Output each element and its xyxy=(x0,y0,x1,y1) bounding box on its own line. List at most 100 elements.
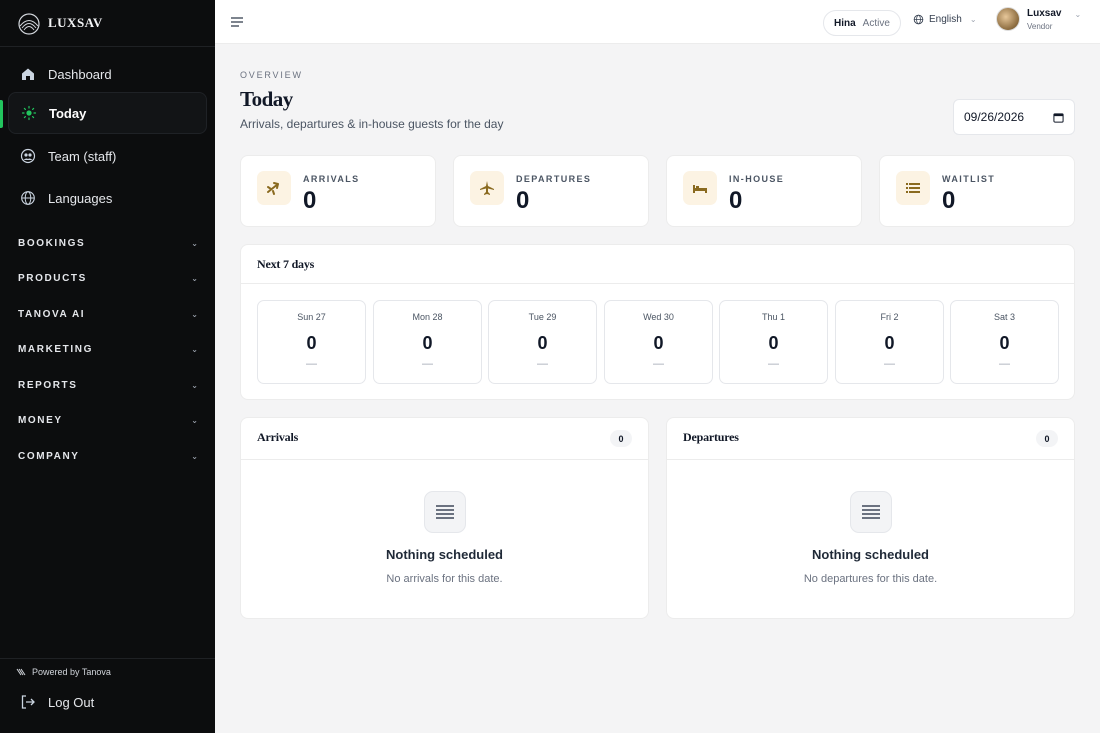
day-label: Thu 1 xyxy=(761,312,785,322)
day-tile[interactable]: Wed 30 0 — xyxy=(604,300,713,384)
day-label: Fri 2 xyxy=(880,312,899,322)
day-tile[interactable]: Thu 1 0 — xyxy=(719,300,828,384)
sidebar-item-today[interactable]: Today xyxy=(8,92,207,134)
active-indicator xyxy=(0,100,3,128)
section-products[interactable]: PRODUCTS ⌄ xyxy=(18,268,198,288)
day-label: Wed 30 xyxy=(643,312,674,322)
language-label: English xyxy=(929,14,962,25)
section-tanova-ai[interactable]: TANOVA AI ⌄ xyxy=(18,304,198,324)
next-7-days-card: Next 7 days Sun 27 0 — Mon 28 0 — Tue 29… xyxy=(240,244,1075,400)
home-icon xyxy=(22,68,34,80)
empty-state-title: Nothing scheduled xyxy=(812,547,929,562)
empty-state-title: Nothing scheduled xyxy=(386,547,503,562)
sun-icon xyxy=(21,105,37,121)
globe-icon xyxy=(21,191,35,205)
page-subtitle: Arrivals, departures & in-house guests f… xyxy=(240,117,504,131)
section-bookings[interactable]: BOOKINGS ⌄ xyxy=(18,233,198,253)
user-menu[interactable]: Luxsav Vendor ⌄ xyxy=(996,7,1081,31)
empty-state-text: No departures for this date. xyxy=(803,573,938,585)
day-sub: — xyxy=(653,358,664,370)
stat-value: 0 xyxy=(729,187,743,214)
section-reports[interactable]: REPORTS ⌄ xyxy=(18,375,198,395)
logout-button[interactable]: Log Out xyxy=(20,694,94,710)
day-sub: — xyxy=(999,358,1010,370)
day-tile[interactable]: Sun 27 0 — xyxy=(257,300,366,384)
section-label: REPORTS xyxy=(18,379,78,391)
day-tile[interactable]: Tue 29 0 — xyxy=(488,300,597,384)
brand-logo[interactable]: LUXSAV xyxy=(16,11,103,35)
top-bar: Hina Active English ⌄ Luxsav Vendor ⌄ xyxy=(215,0,1100,44)
day-tile[interactable]: Sat 3 0 — xyxy=(950,300,1059,384)
count-badge: 0 xyxy=(610,430,632,447)
chevron-down-icon: ⌄ xyxy=(969,15,977,24)
status-name: Hina xyxy=(834,17,856,29)
section-label: TANOVA AI xyxy=(18,308,86,320)
day-label: Tue 29 xyxy=(528,312,557,322)
card-title: Arrivals xyxy=(257,430,299,444)
day-sub: — xyxy=(422,358,433,370)
sidebar: LUXSAV Dashboard Today Team (staff) Lang… xyxy=(0,0,215,733)
chevron-down-icon: ⌄ xyxy=(191,309,198,319)
menu-icon[interactable] xyxy=(229,14,245,30)
section-label: PRODUCTS xyxy=(18,272,87,284)
day-tile[interactable]: Mon 28 0 — xyxy=(373,300,482,384)
page-title: Today xyxy=(240,87,293,111)
chevron-down-icon: ⌄ xyxy=(191,380,198,390)
day-value: 0 xyxy=(537,333,548,353)
section-marketing[interactable]: MARKETING ⌄ xyxy=(18,339,198,359)
card-title: Next 7 days xyxy=(257,257,315,271)
section-money[interactable]: MONEY ⌄ xyxy=(18,410,198,430)
sidebar-divider xyxy=(0,46,215,47)
sidebar-item-dashboard[interactable]: Dashboard xyxy=(8,53,207,95)
globe-icon xyxy=(913,14,924,25)
calendar-icon[interactable] xyxy=(1053,112,1064,123)
section-company[interactable]: COMPANY ⌄ xyxy=(18,446,198,466)
sidebar-item-team[interactable]: Team (staff) xyxy=(8,135,207,177)
stat-label: ARRIVALS xyxy=(303,174,360,184)
stat-card-arrivals: ARRIVALS 0 xyxy=(240,155,436,227)
stat-card-departures: DEPARTURES 0 xyxy=(453,155,649,227)
chevron-down-icon: ⌄ xyxy=(191,344,198,354)
date-value: 09/26/2026 xyxy=(964,110,1025,124)
day-sub: — xyxy=(884,358,895,370)
list-icon xyxy=(850,491,892,533)
stat-value: 0 xyxy=(303,187,317,214)
stat-label: IN-HOUSE xyxy=(729,174,785,184)
day-label: Sun 27 xyxy=(297,312,326,322)
day-value: 0 xyxy=(999,333,1010,353)
day-sub: — xyxy=(306,358,317,370)
day-sub: — xyxy=(768,358,779,370)
day-label: Sat 3 xyxy=(993,312,1015,322)
sidebar-item-languages[interactable]: Languages xyxy=(8,177,207,219)
tanova-icon xyxy=(16,668,26,676)
chevron-down-icon: ⌄ xyxy=(191,273,198,283)
day-value: 0 xyxy=(884,333,895,353)
sidebar-item-label: Dashboard xyxy=(48,66,112,82)
day-value: 0 xyxy=(306,333,317,353)
user-name: Luxsav xyxy=(1027,7,1062,19)
staff-status-pill[interactable]: Hina Active xyxy=(823,10,901,36)
list-icon xyxy=(424,491,466,533)
day-value: 0 xyxy=(768,333,779,353)
sidebar-item-label: Languages xyxy=(48,190,113,206)
arrivals-card: Arrivals 0 Nothing scheduled No arrivals… xyxy=(240,417,649,619)
brand-name: LUXSAV xyxy=(48,15,103,30)
chevron-down-icon: ⌄ xyxy=(191,415,198,425)
day-value: 0 xyxy=(422,333,433,353)
team-icon xyxy=(20,148,36,164)
section-label: MONEY xyxy=(18,414,63,426)
stat-label: WAITLIST xyxy=(942,174,996,184)
date-picker-input[interactable]: 09/26/2026 xyxy=(953,99,1075,135)
list-icon xyxy=(896,171,930,205)
sidebar-item-label: Team (staff) xyxy=(48,148,117,164)
day-tile[interactable]: Fri 2 0 — xyxy=(835,300,944,384)
day-label: Mon 28 xyxy=(412,312,443,322)
chevron-down-icon: ⌄ xyxy=(191,238,198,248)
bed-icon xyxy=(683,171,717,205)
sidebar-divider xyxy=(0,658,215,659)
section-label: MARKETING xyxy=(18,343,93,355)
language-selector[interactable]: English ⌄ xyxy=(913,14,977,25)
card-header: Arrivals 0 xyxy=(241,418,648,460)
logout-label: Log Out xyxy=(48,694,95,710)
sidebar-item-label: Today xyxy=(49,105,87,121)
